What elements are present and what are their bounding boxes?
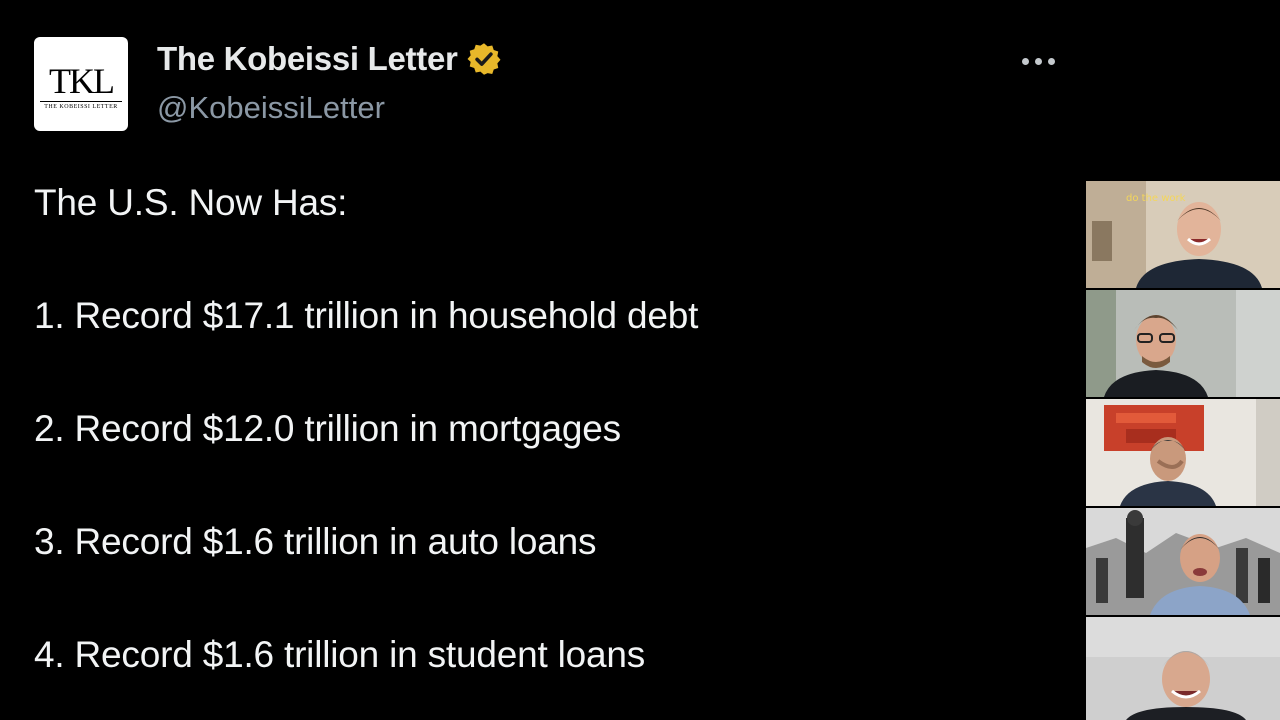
avatar-monogram: TKL [49,61,115,101]
author-name-row: The Kobeissi Letter [157,40,502,78]
participant-video-3[interactable] [1086,399,1280,506]
avatar-subtitle: THE KOBEISSI LETTER [44,104,118,110]
participant-video-2[interactable] [1086,290,1280,397]
author-handle[interactable]: @KobeissiLetter [157,90,385,126]
author-avatar[interactable]: TKL THE KOBEISSI LETTER [34,37,128,131]
participant-video-4[interactable] [1086,508,1280,615]
participant-video-1[interactable]: do the work [1086,181,1280,288]
more-options-icon[interactable] [1018,48,1060,76]
tweet-item: 4. Record $1.6 trillion in student loans [34,634,646,675]
author-name[interactable]: The Kobeissi Letter [157,40,458,78]
verified-badge-icon [467,43,501,75]
video-call-strip: do the work [1086,181,1280,720]
tweet-item: 2. Record $12.0 trillion in mortgages [34,408,621,449]
neon-sign-text: do the work [1126,193,1186,204]
participant-video-5[interactable] [1086,617,1280,720]
avatar-divider [40,101,122,102]
tweet-item: 1. Record $17.1 trillion in household de… [34,295,699,336]
tweet-item: 3. Record $1.6 trillion in auto loans [34,521,597,562]
tweet-intro: The U.S. Now Has: [34,182,348,223]
